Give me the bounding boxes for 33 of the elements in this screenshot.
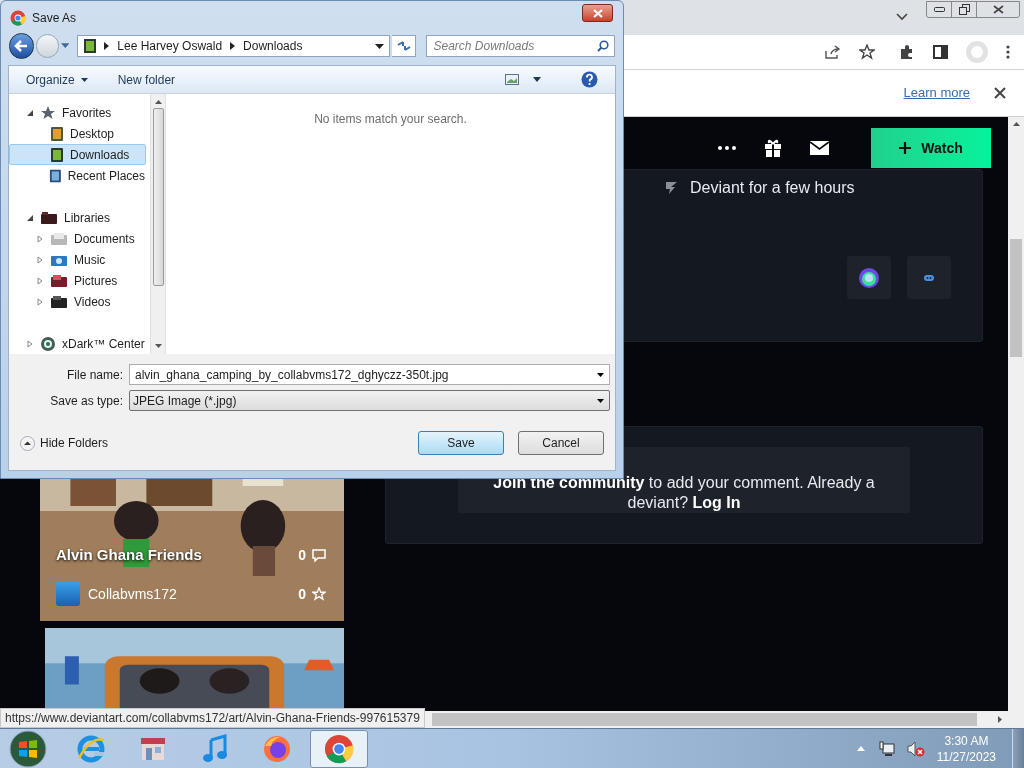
hide-folders-button[interactable]: Hide Folders [20,434,109,452]
tree-item[interactable]: Favorites [9,102,146,123]
address-bar[interactable]: Lee Harvey Oswald Downloads [77,35,390,57]
save-button[interactable]: Save [418,431,504,455]
log-in-link[interactable]: Log In [692,494,741,511]
watch-button[interactable]: Watch [871,128,991,168]
tree-item[interactable]: Desktop [9,123,146,144]
favourite-count: 0 [298,584,306,604]
empty-message: No items match your search. [314,111,467,128]
status-url: https://www.deviantart.com/collabvms172/art/Alvin-Ghana-Friends-997615379 [0,708,425,728]
tree-item[interactable]: xDark™ Center [9,333,146,354]
comment-count: 0 [298,545,306,565]
breadcrumb-item[interactable]: Downloads [243,37,303,55]
tree-item[interactable]: Libraries [9,207,146,228]
new-folder-button[interactable]: New folder [117,70,176,89]
tree-item[interactable]: Documents [9,228,146,249]
save-type-dropdown[interactable]: JPEG Image (*.jpg) [129,390,610,411]
search-field[interactable]: Search Downloads [426,35,615,57]
tree-item[interactable]: Music [9,249,146,270]
learn-more-link[interactable]: Learn more [903,83,970,103]
field-label: File name: [65,366,124,384]
field-label: Save as type: [49,392,124,410]
tree-item[interactable]: Pictures [9,270,146,291]
breadcrumb-item[interactable]: Lee Harvey Oswald [117,37,223,55]
author-name[interactable]: Collabvms172 [88,583,299,605]
cancel-button[interactable]: Cancel [518,431,604,455]
tree-item[interactable]: Downloads [9,144,146,165]
tree-item[interactable]: Recent Places [9,165,146,186]
file-name-field[interactable]: alvin_ghana_camping_by_collabvms172_dghyczz-350t.jpg [129,364,610,385]
dialog-title: Save As [32,10,77,27]
organize-menu[interactable]: Organize [26,70,88,89]
membership-text: Deviant for a few hours [690,178,855,198]
tree-item[interactable]: Videos [9,291,146,312]
